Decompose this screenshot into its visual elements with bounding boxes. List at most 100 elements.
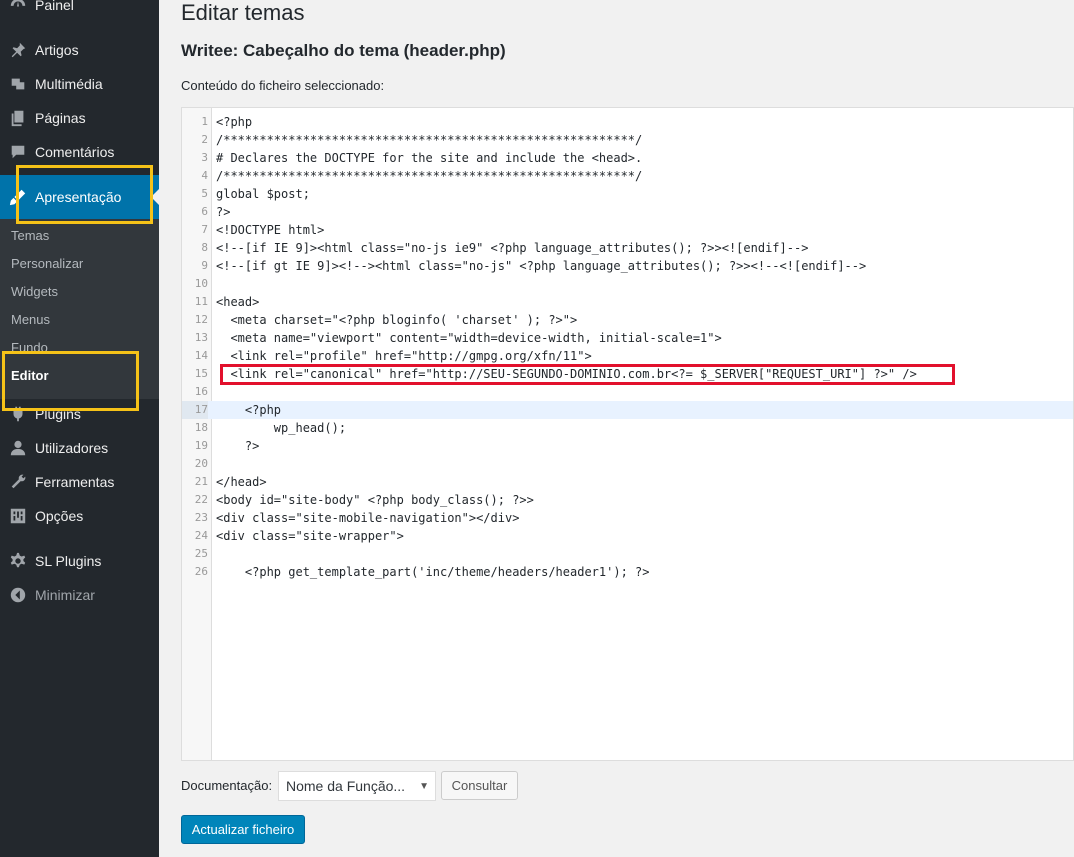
- line-number: 5: [201, 187, 208, 200]
- line-number: 11: [194, 295, 208, 308]
- submenu-item-temas[interactable]: Temas: [11, 228, 49, 243]
- code-line[interactable]: 24 <div class="site-wrapper">: [182, 527, 1073, 545]
- code-line[interactable]: 16: [182, 383, 1073, 401]
- code-line[interactable]: 1 <?php: [182, 113, 1073, 131]
- consult-button[interactable]: Consultar: [441, 771, 518, 800]
- submenu-item-widgets[interactable]: Widgets: [11, 284, 58, 299]
- sidebar-item-label: Multimédia: [35, 76, 103, 92]
- code-line[interactable]: 12 <meta charset="<?php bloginfo( 'chars…: [182, 311, 1073, 329]
- sidebar-item-label: Minimizar: [35, 587, 95, 603]
- code-text: </head>: [216, 475, 267, 489]
- code-line[interactable]: 14 <link rel="profile" href="http://gmpg…: [182, 347, 1073, 365]
- sidebar-item-artigos[interactable]: Artigos: [0, 33, 159, 67]
- line-number: 15: [194, 367, 208, 380]
- code-line[interactable]: 23 <div class="site-mobile-navigation"></…: [182, 509, 1073, 527]
- code-text: <link rel="canonical" href="http://SEU-S…: [216, 367, 917, 381]
- function-select-value: Nome da Função...: [286, 778, 406, 794]
- sidebar-item-apresentacao[interactable]: Apresentação: [0, 175, 159, 219]
- line-number: 22: [194, 493, 208, 506]
- code-text: <meta charset="<?php bloginfo( 'charset'…: [216, 313, 578, 327]
- page-title: Editar temas: [181, 0, 305, 25]
- code-line[interactable]: 17 <?php: [182, 401, 1073, 419]
- sidebar-item-label: Painel: [35, 0, 74, 13]
- sidebar-item-label: Páginas: [35, 110, 86, 126]
- code-editor[interactable]: 1 <?php 2 /********************************…: [181, 107, 1074, 761]
- code-line[interactable]: 18 wp_head();: [182, 419, 1073, 437]
- code-line[interactable]: 19 ?>: [182, 437, 1073, 455]
- submenu-item-fundo[interactable]: Fundo: [11, 340, 48, 355]
- sidebar-item-sl-plugins[interactable]: SL Plugins: [0, 544, 159, 578]
- line-number: 10: [194, 277, 208, 290]
- sidebar-item-label: SL Plugins: [35, 553, 102, 569]
- file-content-label: Conteúdo do ficheiro seleccionado:: [181, 78, 385, 93]
- update-file-button[interactable]: Actualizar ficheiro: [181, 815, 305, 844]
- appearance-submenu: Temas Personalizar Widgets Menus Fundo E…: [0, 219, 159, 399]
- users-icon: [0, 439, 35, 457]
- code-text: # Declares the DOCTYPE for the site and …: [216, 151, 643, 165]
- code-text: <?php get_template_part('inc/theme/heade…: [216, 565, 650, 579]
- line-number: 6: [201, 205, 208, 218]
- pages-icon: [0, 109, 35, 127]
- code-line[interactable]: 9 <!--[if gt IE 9]><!--><html class="no-j…: [182, 257, 1073, 275]
- sidebar-item-label: Plugins: [35, 406, 81, 422]
- line-number: 24: [194, 529, 208, 542]
- code-text: wp_head();: [216, 421, 347, 435]
- code-line[interactable]: 6 ?>: [182, 203, 1073, 221]
- code-line[interactable]: 8 <!--[if IE 9]><html class="no-js ie9" <…: [182, 239, 1073, 257]
- code-line[interactable]: 5 global $post;: [182, 185, 1073, 203]
- code-line[interactable]: 10: [182, 275, 1073, 293]
- media-icon: [0, 75, 35, 93]
- code-line[interactable]: 7 <!DOCTYPE html>: [182, 221, 1073, 239]
- code-line[interactable]: 13 <meta name="viewport" content="width=…: [182, 329, 1073, 347]
- line-number: 16: [194, 385, 208, 398]
- code-line[interactable]: 3 # Declares the DOCTYPE for the site and…: [182, 149, 1073, 167]
- code-line[interactable]: 26 <?php get_template_part('inc/theme/he…: [182, 563, 1073, 581]
- line-number: 9: [201, 259, 208, 272]
- line-number: 3: [201, 151, 208, 164]
- code-text: <?php: [216, 403, 282, 417]
- line-number: 12: [194, 313, 208, 326]
- gear-icon: [0, 552, 35, 570]
- line-number: 18: [194, 421, 208, 434]
- main-content: Editar temas Writee: Cabeçalho do tema (…: [159, 0, 1074, 857]
- function-select[interactable]: Nome da Função... ▼: [278, 771, 436, 801]
- sidebar-item-painel[interactable]: Painel: [0, 0, 159, 22]
- line-number: 1: [201, 115, 208, 128]
- dashboard-icon: [0, 0, 35, 14]
- code-text: <div class="site-wrapper">: [216, 529, 404, 543]
- code-text: /***************************************…: [216, 133, 643, 147]
- code-line[interactable]: 2 /**************************************…: [182, 131, 1073, 149]
- code-line[interactable]: 11 <head>: [182, 293, 1073, 311]
- line-number: 25: [194, 547, 208, 560]
- sidebar-item-label: Ferramentas: [35, 474, 115, 490]
- sidebar-item-plugins[interactable]: Plugins: [0, 397, 159, 431]
- code-text: ?>: [216, 205, 231, 219]
- code-text: /***************************************…: [216, 169, 643, 183]
- submenu-item-editor[interactable]: Editor: [11, 368, 49, 383]
- sidebar-item-paginas[interactable]: Páginas: [0, 101, 159, 135]
- settings-icon: [0, 507, 35, 525]
- code-text: <head>: [216, 295, 260, 309]
- sidebar-item-comentarios[interactable]: Comentários: [0, 135, 159, 169]
- code-line[interactable]: 25: [182, 545, 1073, 563]
- submenu-item-personalizar[interactable]: Personalizar: [11, 256, 83, 271]
- file-title: Writee: Cabeçalho do tema (header.php): [181, 41, 506, 60]
- code-line[interactable]: 20: [182, 455, 1073, 473]
- line-number: 2: [201, 133, 208, 146]
- pin-icon: [0, 41, 35, 59]
- sidebar-item-label: Opções: [35, 508, 84, 524]
- sidebar-item-opcoes[interactable]: Opções: [0, 499, 159, 533]
- sidebar-item-minimizar[interactable]: Minimizar: [0, 578, 159, 612]
- code-line[interactable]: 22 <body id="site-body" <?php body_class(…: [182, 491, 1073, 509]
- code-text: <div class="site-mobile-navigation"></di…: [216, 511, 520, 525]
- sidebar-item-multimedia[interactable]: Multimédia: [0, 67, 159, 101]
- code-line[interactable]: 21 </head>: [182, 473, 1073, 491]
- sidebar-item-utilizadores[interactable]: Utilizadores: [0, 431, 159, 465]
- sidebar-item-ferramentas[interactable]: Ferramentas: [0, 465, 159, 499]
- submenu-item-menus[interactable]: Menus: [11, 312, 50, 327]
- line-number: 19: [194, 439, 208, 452]
- line-number: 21: [194, 475, 208, 488]
- line-number: 8: [201, 241, 208, 254]
- code-line[interactable]: 4 /**************************************…: [182, 167, 1073, 185]
- code-line[interactable]: 15 <link rel="canonical" href="http://SE…: [182, 365, 1073, 383]
